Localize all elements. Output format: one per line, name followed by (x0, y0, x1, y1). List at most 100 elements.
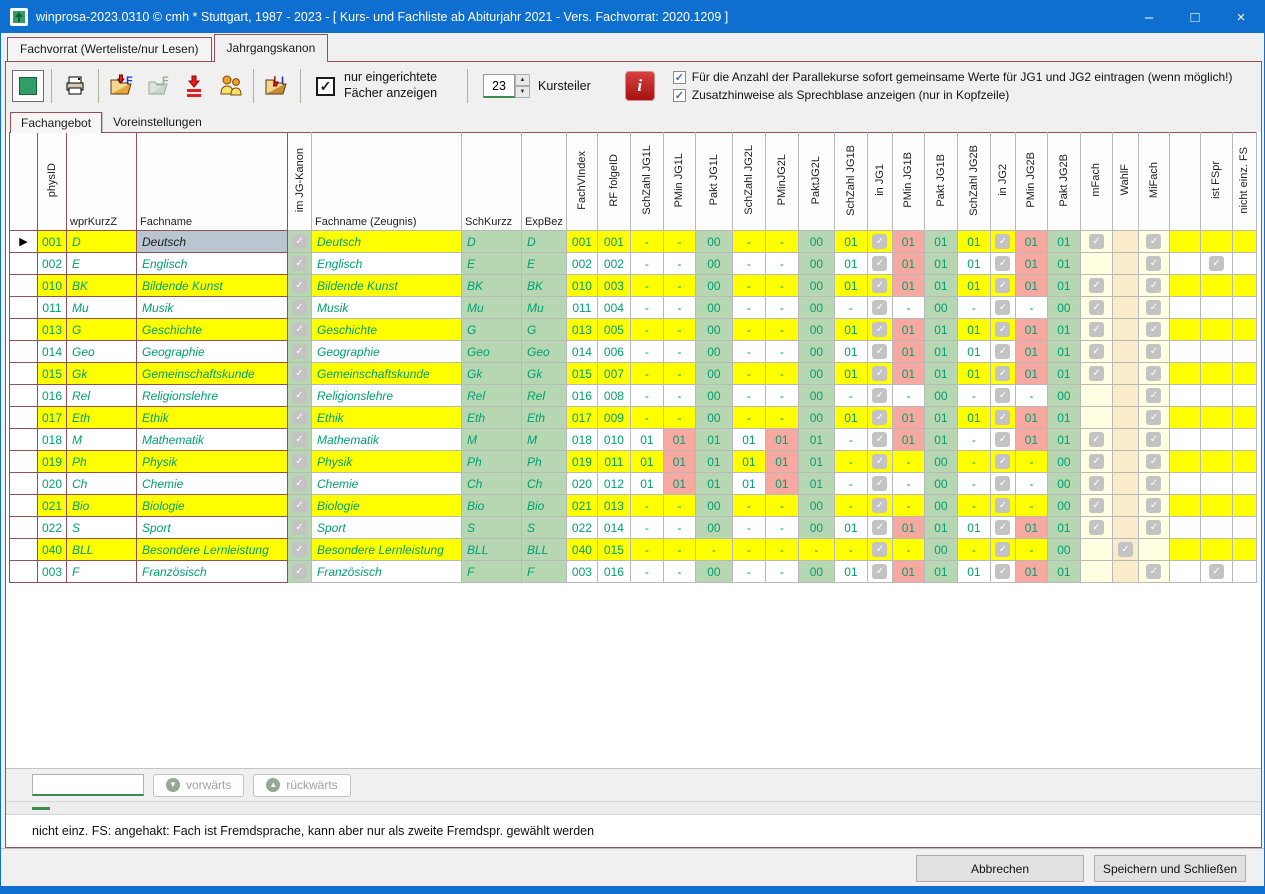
cell-wahlF[interactable] (1112, 473, 1138, 495)
cell-physID[interactable]: 016 (38, 385, 67, 407)
cell-paktJG2B[interactable]: 01 (1047, 561, 1080, 583)
cell-istFSpr[interactable] (1200, 275, 1232, 297)
cell-istFSpr[interactable] (1200, 319, 1232, 341)
cell-paktJG2L[interactable]: 00 (798, 407, 834, 429)
cell-pMinJG2L[interactable]: - (765, 275, 798, 297)
cell-wprKurzZ[interactable]: D (67, 231, 137, 253)
cell-pMinJG2L[interactable]: - (765, 253, 798, 275)
cell-fachnameZeugnis[interactable]: Sport (312, 517, 462, 539)
cell-miFach[interactable] (1138, 561, 1169, 583)
cell-schZahlJG1L[interactable]: - (630, 231, 663, 253)
cell-pMinJG1B[interactable]: 01 (892, 407, 924, 429)
cell-pMinJG1L[interactable]: - (663, 319, 695, 341)
cell-schZahlJG1L[interactable]: - (630, 253, 663, 275)
cell-paktJG1L[interactable]: 01 (695, 429, 732, 451)
cell-ind[interactable] (10, 517, 38, 539)
cell-inJG2[interactable] (990, 319, 1015, 341)
cell-expBez[interactable]: F (522, 561, 567, 583)
cell-imJGKanon[interactable] (288, 253, 312, 275)
cell-miFach[interactable] (1138, 231, 1169, 253)
cell-wahlF[interactable] (1112, 275, 1138, 297)
cell-paktJG1L[interactable]: 00 (695, 253, 732, 275)
cell-fachname[interactable]: Chemie (137, 473, 288, 495)
cell-paktJG1B[interactable]: 01 (924, 407, 957, 429)
cell-paktJG1B[interactable]: 00 (924, 473, 957, 495)
cell-schKurzz[interactable]: E (462, 253, 522, 275)
cell-paktJG2B[interactable]: 00 (1047, 297, 1080, 319)
cell-fachnameZeugnis[interactable]: Deutsch (312, 231, 462, 253)
cell-fachnameZeugnis[interactable]: Mathematik (312, 429, 462, 451)
cell-schZahlJG2B[interactable]: - (957, 297, 990, 319)
cell-ind[interactable] (10, 407, 38, 429)
cell-istFSpr[interactable] (1200, 297, 1232, 319)
cell-pMinJG2B[interactable]: 01 (1015, 275, 1047, 297)
cell-istFSpr[interactable] (1200, 517, 1232, 539)
cell-inJG1[interactable] (867, 517, 892, 539)
cell-schZahlJG1B[interactable]: - (834, 473, 867, 495)
cell-fachname[interactable]: Französisch (137, 561, 288, 583)
cell-schKurzz[interactable]: Bio (462, 495, 522, 517)
cell-schZahlJG1B[interactable]: 01 (834, 231, 867, 253)
cell-pMinJG2B[interactable]: - (1015, 539, 1047, 561)
cell-paktJG2L[interactable]: 00 (798, 561, 834, 583)
cell-expBez[interactable]: Gk (522, 363, 567, 385)
cell-schKurzz[interactable]: BK (462, 275, 522, 297)
cell-pMinJG2B[interactable]: - (1015, 385, 1047, 407)
tab-voreinstellungen[interactable]: Voreinstellungen (102, 112, 212, 132)
forward-button[interactable]: ▼ vorwärts (153, 774, 244, 797)
cell-wprKurzZ[interactable]: G (67, 319, 137, 341)
cell-paktJG2B[interactable]: 01 (1047, 275, 1080, 297)
cell-wprKurzZ[interactable]: Mu (67, 297, 137, 319)
cell-nichtEinzFS[interactable] (1232, 253, 1256, 275)
cell-fachnameZeugnis[interactable]: Biologie (312, 495, 462, 517)
color-swatch-button[interactable] (12, 70, 44, 102)
tab-jahrgangskanon[interactable]: Jahrgangskanon (214, 34, 329, 62)
cell-wahlF[interactable] (1112, 385, 1138, 407)
cell-expBez[interactable]: Rel (522, 385, 567, 407)
cell-miFach[interactable] (1138, 363, 1169, 385)
cell-imJGKanon[interactable] (288, 363, 312, 385)
cell-imJGKanon[interactable] (288, 297, 312, 319)
cell-paktJG1B[interactable]: 01 (924, 561, 957, 583)
cell-pMinJG1L[interactable]: - (663, 517, 695, 539)
cell-paktJG2L[interactable]: 01 (798, 429, 834, 451)
cell-schZahlJG2B[interactable]: - (957, 539, 990, 561)
cell-pMinJG2L[interactable]: - (765, 231, 798, 253)
cell-physID[interactable]: 018 (38, 429, 67, 451)
cell-expBez[interactable]: Ph (522, 451, 567, 473)
cell-pMinJG2B[interactable]: - (1015, 495, 1047, 517)
cell-schZahlJG1B[interactable]: 01 (834, 561, 867, 583)
cell-fachVIndex[interactable]: 022 (566, 517, 597, 539)
cell-expBez[interactable]: E (522, 253, 567, 275)
cell-schZahlJG2B[interactable]: 01 (957, 363, 990, 385)
kursteiler-value[interactable]: 23 (483, 74, 515, 98)
cell-inJG2[interactable] (990, 517, 1015, 539)
cell-paktJG2L[interactable]: 01 (798, 473, 834, 495)
cell-pMinJG2B[interactable]: 01 (1015, 407, 1047, 429)
cell-wprKurzZ[interactable]: F (67, 561, 137, 583)
open-info-button[interactable]: I (261, 70, 293, 102)
cell-physID[interactable]: 015 (38, 363, 67, 385)
cell-fachVIndex[interactable]: 010 (566, 275, 597, 297)
cell-fachname[interactable]: Geographie (137, 341, 288, 363)
cell-fachname[interactable]: Sport (137, 517, 288, 539)
cell-schZahlJG1L[interactable]: 01 (630, 451, 663, 473)
option-parallelkurse-checkbox[interactable] (673, 71, 686, 84)
cell-expBez[interactable]: BLL (522, 539, 567, 561)
cell-imJGKanon[interactable] (288, 517, 312, 539)
cell-inJG1[interactable] (867, 495, 892, 517)
cell-paktJG2L[interactable]: 00 (798, 385, 834, 407)
cell-paktJG2B[interactable]: 00 (1047, 385, 1080, 407)
cell-pMinJG1B[interactable]: 01 (892, 341, 924, 363)
cell-fachnameZeugnis[interactable]: Geschichte (312, 319, 462, 341)
cell-fachname[interactable]: Geschichte (137, 319, 288, 341)
cell-inJG2[interactable] (990, 407, 1015, 429)
cell-schZahlJG1B[interactable]: 01 (834, 517, 867, 539)
cell-wahlF[interactable] (1112, 363, 1138, 385)
cell-ind[interactable] (10, 473, 38, 495)
cell-schZahlJG2L[interactable]: - (732, 363, 765, 385)
cell-inJG2[interactable] (990, 363, 1015, 385)
cell-pMinJG1L[interactable]: - (663, 385, 695, 407)
cell-schZahlJG1B[interactable]: - (834, 297, 867, 319)
cell-pMinJG1B[interactable]: - (892, 297, 924, 319)
